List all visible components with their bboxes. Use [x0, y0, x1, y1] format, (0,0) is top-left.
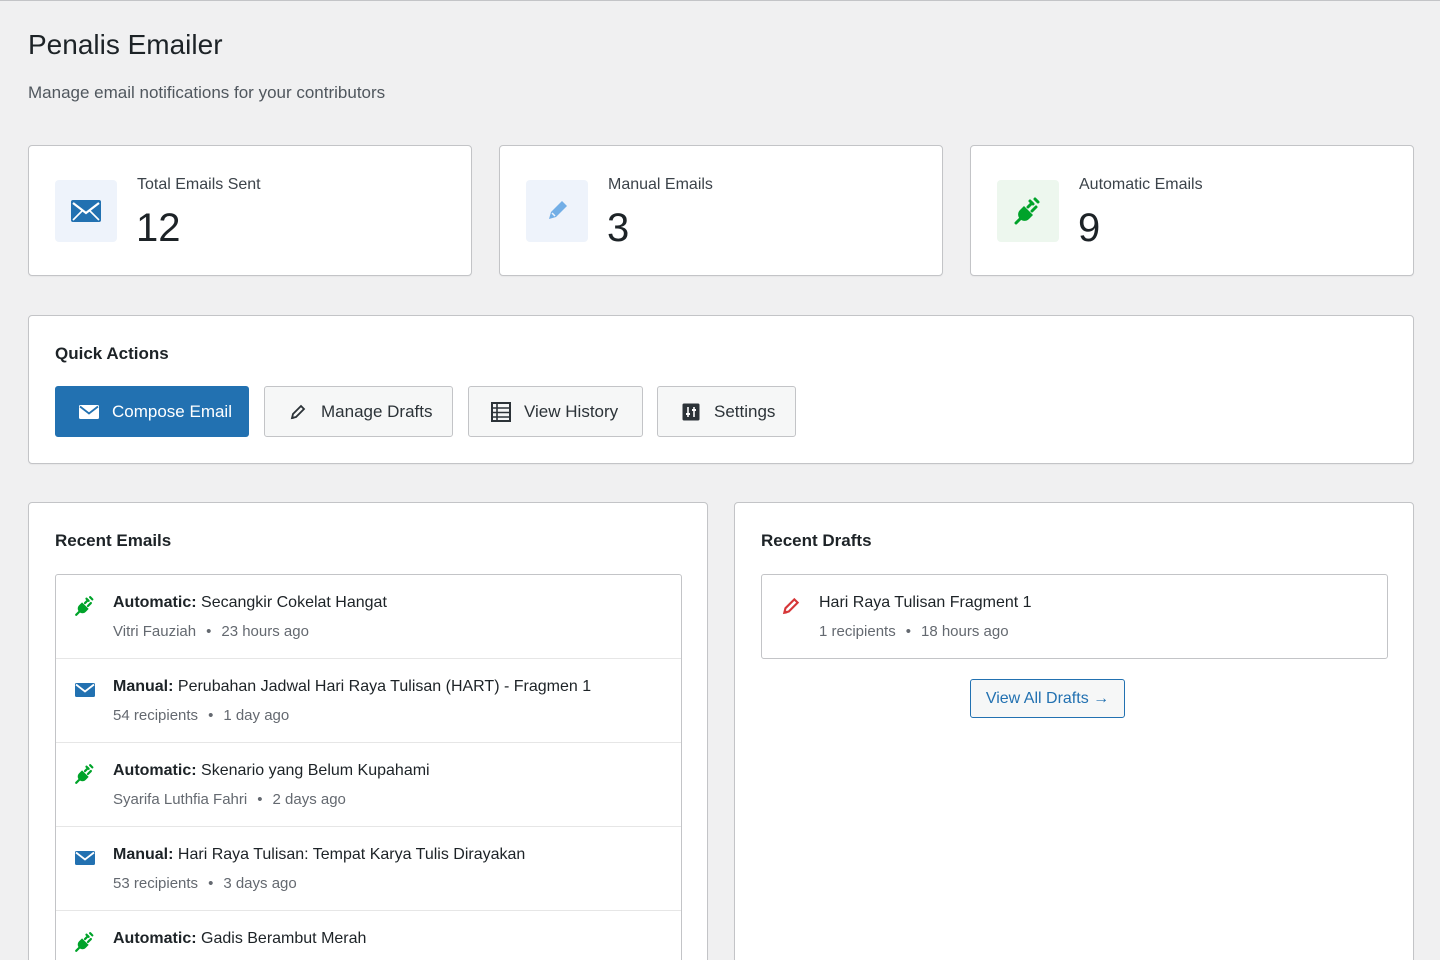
- draft-title: Hari Raya Tulisan Fragment 1: [819, 594, 1032, 611]
- stat-value: 12: [136, 206, 181, 250]
- stat-value: 9: [1078, 206, 1101, 250]
- email-subject: Secangkir Cokelat Hangat: [201, 594, 387, 611]
- plug-icon: [74, 595, 96, 617]
- stat-card-manual: Manual Emails 3: [499, 145, 943, 276]
- email-recipients: 53 recipients: [113, 875, 199, 892]
- email-subject: Gadis Berambut Merah: [201, 930, 367, 947]
- email-time: 1 day ago: [223, 707, 290, 724]
- list-item[interactable]: Manual: Perubahan Jadwal Hari Raya Tulis…: [56, 659, 681, 743]
- recent-drafts-title: Recent Drafts: [761, 531, 872, 550]
- email-type: Manual:: [113, 846, 174, 863]
- quick-actions-title: Quick Actions: [55, 344, 169, 363]
- settings-button[interactable]: Settings: [657, 386, 796, 437]
- stat-label: Total Emails Sent: [137, 176, 261, 193]
- envelope-icon: [74, 847, 96, 869]
- sliders-icon: [680, 401, 702, 423]
- draft-time: 18 hours ago: [920, 623, 1009, 640]
- list-item[interactable]: Automatic: Skenario yang Belum Kupahami …: [56, 743, 681, 827]
- envelope-icon: [55, 180, 117, 242]
- email-title: Automatic: Gadis Berambut Merah: [113, 930, 366, 948]
- email-subject: Hari Raya Tulisan: Tempat Karya Tulis Di…: [177, 846, 526, 863]
- pencil-icon: [287, 401, 309, 423]
- recent-emails-list: Automatic: Secangkir Cokelat Hangat Vitr…: [55, 574, 682, 960]
- email-subject: Perubahan Jadwal Hari Raya Tulisan (HART…: [177, 678, 592, 695]
- email-author: Vitri Fauziah: [113, 623, 197, 640]
- stat-value: 3: [607, 206, 630, 250]
- email-time: 3 days ago: [223, 875, 297, 892]
- email-title: Manual: Perubahan Jadwal Hari Raya Tulis…: [113, 678, 591, 696]
- email-title: Automatic: Skenario yang Belum Kupahami: [113, 762, 430, 780]
- recent-emails-panel: Recent Emails Automatic: Secangkir Cokel…: [28, 502, 708, 960]
- view-history-button[interactable]: View History: [468, 386, 643, 437]
- view-history-label: View History: [524, 401, 619, 421]
- recent-drafts-list: Hari Raya Tulisan Fragment 1 1 recipient…: [761, 574, 1388, 659]
- stat-card-automatic: Automatic Emails 9: [970, 145, 1414, 276]
- compose-email-button[interactable]: Compose Email: [55, 386, 249, 437]
- email-type: Manual:: [113, 678, 174, 695]
- recent-drafts-panel: Recent Drafts Hari Raya Tulisan Fragment…: [734, 502, 1414, 960]
- email-meta: Syarifa Luthfia Fahri • 2 days ago: [113, 791, 346, 808]
- list-item[interactable]: Automatic: Gadis Berambut Merah: [56, 911, 681, 960]
- meta-separator: •: [208, 875, 214, 892]
- manage-drafts-label: Manage Drafts: [321, 401, 433, 421]
- plug-icon: [74, 763, 96, 785]
- list-icon: [490, 401, 512, 423]
- draft-recipients: 1 recipients: [819, 623, 896, 640]
- email-title: Manual: Hari Raya Tulisan: Tempat Karya …: [113, 846, 525, 864]
- email-type: Automatic:: [113, 594, 197, 611]
- list-item[interactable]: Hari Raya Tulisan Fragment 1 1 recipient…: [762, 575, 1387, 658]
- email-meta: 53 recipients • 3 days ago: [113, 875, 297, 892]
- meta-separator: •: [905, 623, 911, 640]
- settings-label: Settings: [714, 401, 776, 421]
- meta-separator: •: [208, 707, 214, 724]
- email-type: Automatic:: [113, 930, 197, 947]
- envelope-icon: [74, 679, 96, 701]
- email-subject: Skenario yang Belum Kupahami: [201, 762, 430, 779]
- page-title: Penalis Emailer: [28, 29, 223, 60]
- email-author: Syarifa Luthfia Fahri: [113, 791, 248, 808]
- plug-icon: [74, 931, 96, 953]
- email-time: 23 hours ago: [221, 623, 309, 640]
- email-time: 2 days ago: [272, 791, 346, 808]
- envelope-icon: [78, 401, 100, 423]
- list-item[interactable]: Manual: Hari Raya Tulisan: Tempat Karya …: [56, 827, 681, 911]
- email-type: Automatic:: [113, 762, 197, 779]
- pencil-icon: [780, 595, 802, 617]
- plug-icon: [997, 180, 1059, 242]
- email-meta: Vitri Fauziah • 23 hours ago: [113, 623, 309, 640]
- email-meta: 54 recipients • 1 day ago: [113, 707, 289, 724]
- recent-emails-title: Recent Emails: [55, 531, 172, 550]
- page-subtitle: Manage email notifications for your cont…: [28, 83, 386, 102]
- list-item[interactable]: Automatic: Secangkir Cokelat Hangat Vitr…: [56, 575, 681, 659]
- meta-separator: •: [257, 791, 263, 808]
- view-all-drafts-button[interactable]: View All Drafts →: [970, 679, 1125, 718]
- compose-email-label: Compose Email: [112, 401, 232, 421]
- manage-drafts-button[interactable]: Manage Drafts: [264, 386, 453, 437]
- stat-label: Manual Emails: [608, 176, 713, 193]
- stat-card-total: Total Emails Sent 12: [28, 145, 472, 276]
- pencil-icon: [526, 180, 588, 242]
- email-title: Automatic: Secangkir Cokelat Hangat: [113, 594, 387, 612]
- draft-meta: 1 recipients • 18 hours ago: [819, 623, 1009, 640]
- email-recipients: 54 recipients: [113, 707, 199, 724]
- stat-label: Automatic Emails: [1079, 176, 1203, 193]
- meta-separator: •: [206, 623, 212, 640]
- quick-actions-panel: Quick Actions Compose Email Manage Draft…: [28, 315, 1414, 464]
